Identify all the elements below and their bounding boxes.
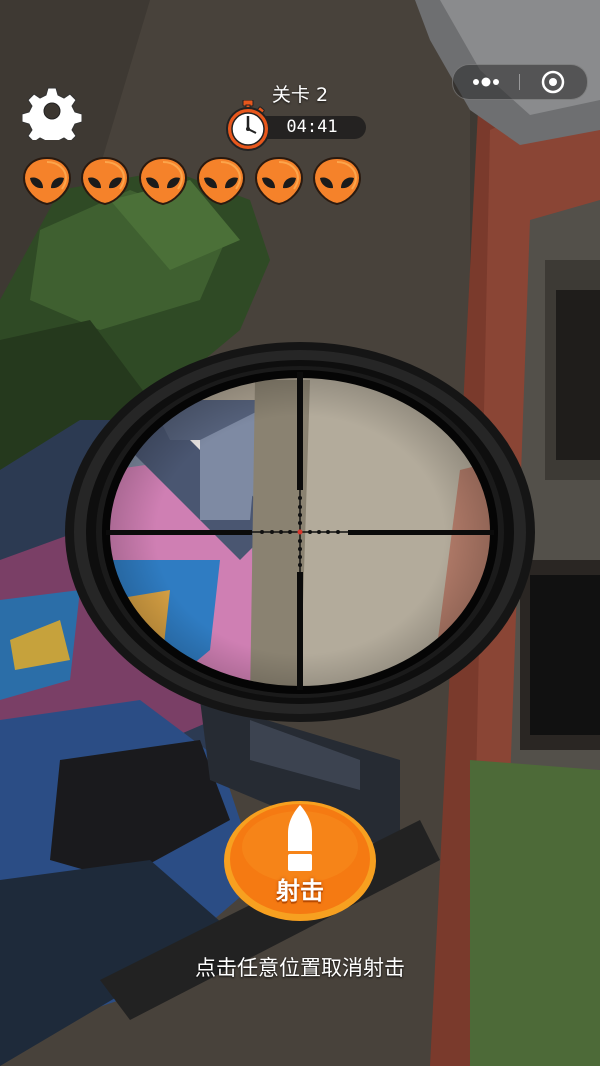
alien-head-icon	[22, 156, 72, 206]
alien-head-icon	[254, 156, 304, 206]
timer-value: 04:41	[286, 117, 338, 137]
alien-head-icon	[80, 156, 130, 206]
cancel-shot-hint[interactable]: 点击任意位置取消射击	[0, 952, 600, 982]
mini-program-capsule	[452, 64, 588, 100]
countdown-timer: 04:41	[222, 100, 370, 151]
target-close-icon	[541, 70, 565, 94]
alien-head-icon	[312, 156, 362, 206]
alien-head-icon	[196, 156, 246, 206]
fire-button-label: 射击	[276, 877, 324, 905]
more-dots-icon	[473, 77, 499, 87]
reticle-center-dot	[297, 529, 303, 535]
fire-button[interactable]: 射击	[222, 797, 378, 921]
remaining-targets	[22, 156, 362, 208]
gear-icon	[21, 87, 83, 149]
bullet-icon	[288, 805, 312, 871]
more-menu-button[interactable]	[453, 65, 519, 99]
settings-button[interactable]	[21, 82, 83, 149]
close-mini-program-button[interactable]	[520, 65, 586, 99]
stopwatch-icon	[226, 100, 270, 151]
alien-head-icon	[138, 156, 188, 206]
